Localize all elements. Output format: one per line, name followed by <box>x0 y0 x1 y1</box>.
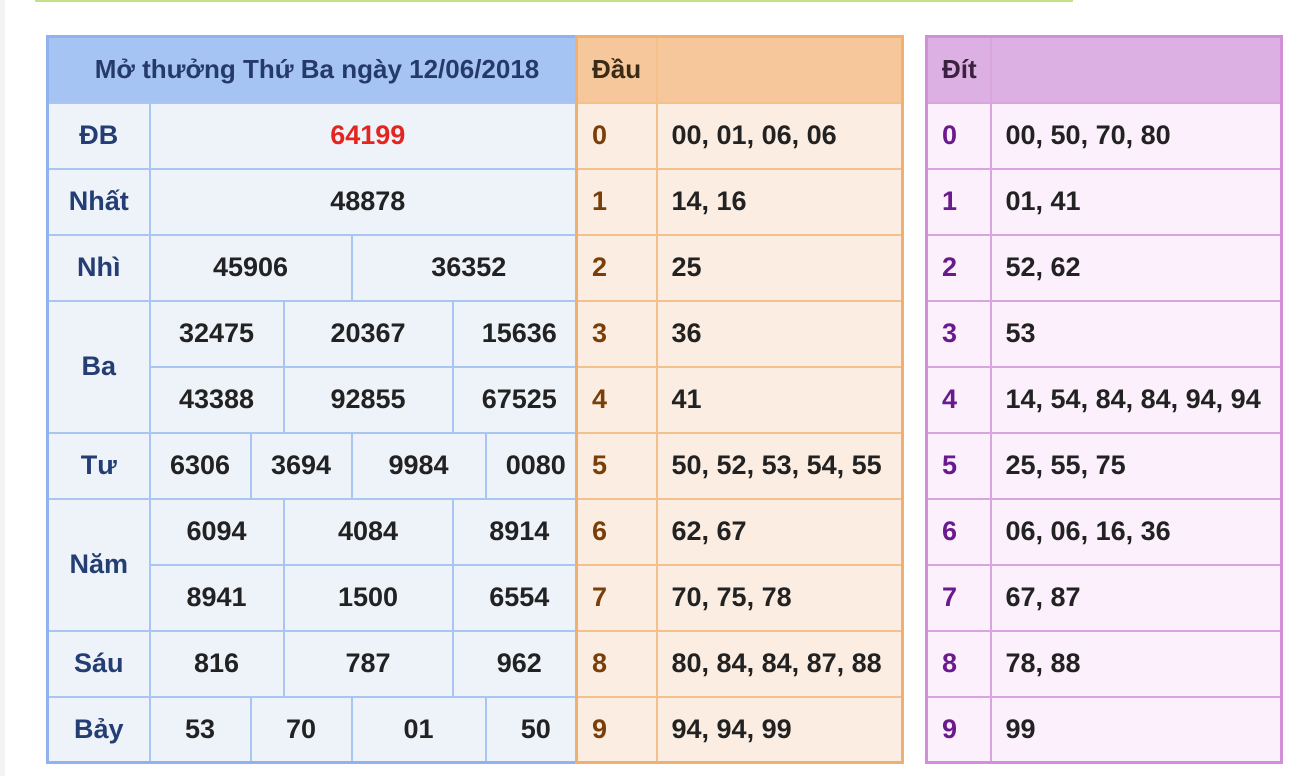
dit-value: 53 <box>989 299 1283 368</box>
dit-table: Đít 0 00, 50, 70, 80 1 01, 41 2 52, 62 3 53 … <box>925 35 1283 764</box>
prize-value-ba: 20367 <box>282 299 454 368</box>
prize-value-nhi: 36352 <box>350 233 588 302</box>
dit-value: 99 <box>989 695 1283 764</box>
prize-label-nhi: Nhì <box>46 233 151 302</box>
dit-key: 2 <box>925 233 992 302</box>
prize-value-nam: 6094 <box>148 497 285 566</box>
dit-value: 06, 06, 16, 36 <box>989 497 1283 566</box>
dau-key: 8 <box>575 629 658 698</box>
prize-label-tu: Tư <box>46 431 151 500</box>
dit-value: 00, 50, 70, 80 <box>989 101 1283 170</box>
prize-value-nam: 8941 <box>148 563 285 632</box>
dau-key: 3 <box>575 299 658 368</box>
top-panel-border <box>35 0 1073 2</box>
prize-value-ba: 43388 <box>148 365 285 434</box>
prize-value-bay: 53 <box>148 695 252 764</box>
prize-value-nam: 6554 <box>451 563 588 632</box>
prize-value-tu: 9984 <box>350 431 487 500</box>
prize-value-ba: 15636 <box>451 299 588 368</box>
prize-value-bay: 70 <box>249 695 353 764</box>
dit-value: 78, 88 <box>989 629 1283 698</box>
dau-table: Đầu 0 00, 01, 06, 06 1 14, 16 2 25 3 36 4 41 … <box>575 35 904 764</box>
dau-key: 7 <box>575 563 658 632</box>
dau-title: Đầu <box>575 35 658 104</box>
dit-key: 0 <box>925 101 992 170</box>
dau-key: 9 <box>575 695 658 764</box>
dit-key: 7 <box>925 563 992 632</box>
prize-label-sau: Sáu <box>46 629 151 698</box>
results-title: Mở thưởng Thứ Ba ngày 12/06/2018 <box>46 35 588 104</box>
dit-key: 8 <box>925 629 992 698</box>
prize-value-bay: 01 <box>350 695 487 764</box>
dau-value: 50, 52, 53, 54, 55 <box>655 431 904 500</box>
dau-key: 1 <box>575 167 658 236</box>
prize-value-nam: 8914 <box>451 497 588 566</box>
dit-key: 6 <box>925 497 992 566</box>
prize-label-bay: Bảy <box>46 695 151 764</box>
prize-label-db: ĐB <box>46 101 151 170</box>
dau-value: 00, 01, 06, 06 <box>655 101 904 170</box>
dit-key: 4 <box>925 365 992 434</box>
dit-key: 5 <box>925 431 992 500</box>
prize-value-tu: 3694 <box>249 431 353 500</box>
prize-value-sau: 787 <box>282 629 454 698</box>
prize-value-nam: 1500 <box>282 563 454 632</box>
dit-title: Đít <box>925 35 992 104</box>
prize-label-ba: Ba <box>46 299 151 434</box>
prize-value-nam: 4084 <box>282 497 454 566</box>
dit-key: 3 <box>925 299 992 368</box>
prize-value-ba: 32475 <box>148 299 285 368</box>
dau-value: 70, 75, 78 <box>655 563 904 632</box>
dau-key: 2 <box>575 233 658 302</box>
dit-value: 14, 54, 84, 84, 94, 94 <box>989 365 1283 434</box>
dau-value: 36 <box>655 299 904 368</box>
dau-key: 4 <box>575 365 658 434</box>
dau-value: 80, 84, 84, 87, 88 <box>655 629 904 698</box>
results-table: Mở thưởng Thứ Ba ngày 12/06/2018 ĐB 6419… <box>46 35 589 764</box>
dau-key: 0 <box>575 101 658 170</box>
dau-value: 62, 67 <box>655 497 904 566</box>
prize-label-nam: Năm <box>46 497 151 632</box>
dit-value: 25, 55, 75 <box>989 431 1283 500</box>
prize-label-nhat: Nhất <box>46 167 151 236</box>
dau-value: 41 <box>655 365 904 434</box>
prize-value-sau: 962 <box>451 629 588 698</box>
dau-header-blank <box>655 35 904 104</box>
dit-key: 1 <box>925 167 992 236</box>
dit-header-blank <box>989 35 1283 104</box>
prize-value-ba: 67525 <box>451 365 588 434</box>
prize-value-ba: 92855 <box>282 365 454 434</box>
dit-value: 52, 62 <box>989 233 1283 302</box>
prize-value-tu: 6306 <box>148 431 252 500</box>
dit-value: 67, 87 <box>989 563 1283 632</box>
prize-value-db: 64199 <box>148 101 588 170</box>
dau-key: 6 <box>575 497 658 566</box>
dit-value: 01, 41 <box>989 167 1283 236</box>
dau-value: 25 <box>655 233 904 302</box>
prize-value-nhi: 45906 <box>148 233 353 302</box>
dit-key: 9 <box>925 695 992 764</box>
dau-value: 14, 16 <box>655 167 904 236</box>
prize-value-nhat: 48878 <box>148 167 588 236</box>
prize-value-bay: 50 <box>484 695 588 764</box>
prize-value-sau: 816 <box>148 629 285 698</box>
dau-key: 5 <box>575 431 658 500</box>
prize-value-tu: 0080 <box>484 431 588 500</box>
left-edge <box>0 0 5 776</box>
dau-value: 94, 94, 99 <box>655 695 904 764</box>
